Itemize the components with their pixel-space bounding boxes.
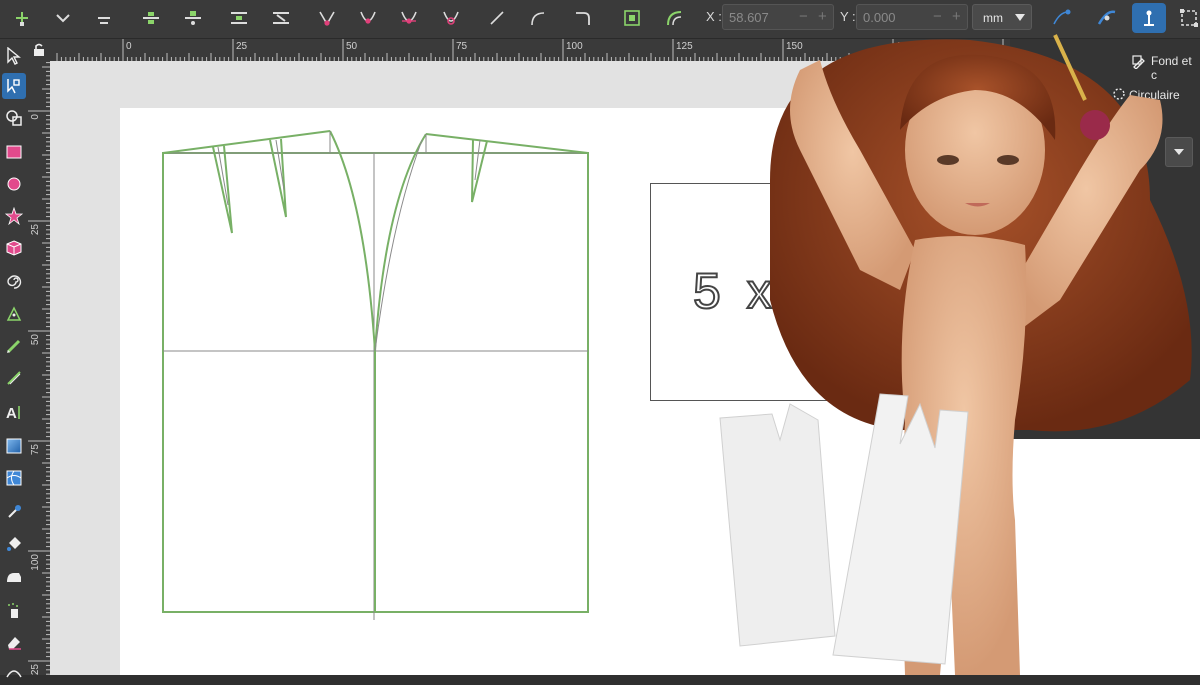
waist-curve-left [162, 130, 331, 154]
side-curve-right [374, 133, 427, 352]
paper-pattern-piece [832, 393, 969, 665]
side-guide [374, 139, 423, 352]
doll-eye [937, 155, 959, 165]
waist-curve-right [425, 133, 589, 154]
dart-1 [212, 145, 233, 234]
hair-flower [1080, 110, 1110, 140]
dart-3 [471, 138, 488, 203]
side-curve-left [329, 130, 376, 352]
paper-pattern-piece [719, 403, 836, 647]
doll-eye [997, 155, 1019, 165]
doll-photo [719, 34, 1192, 675]
